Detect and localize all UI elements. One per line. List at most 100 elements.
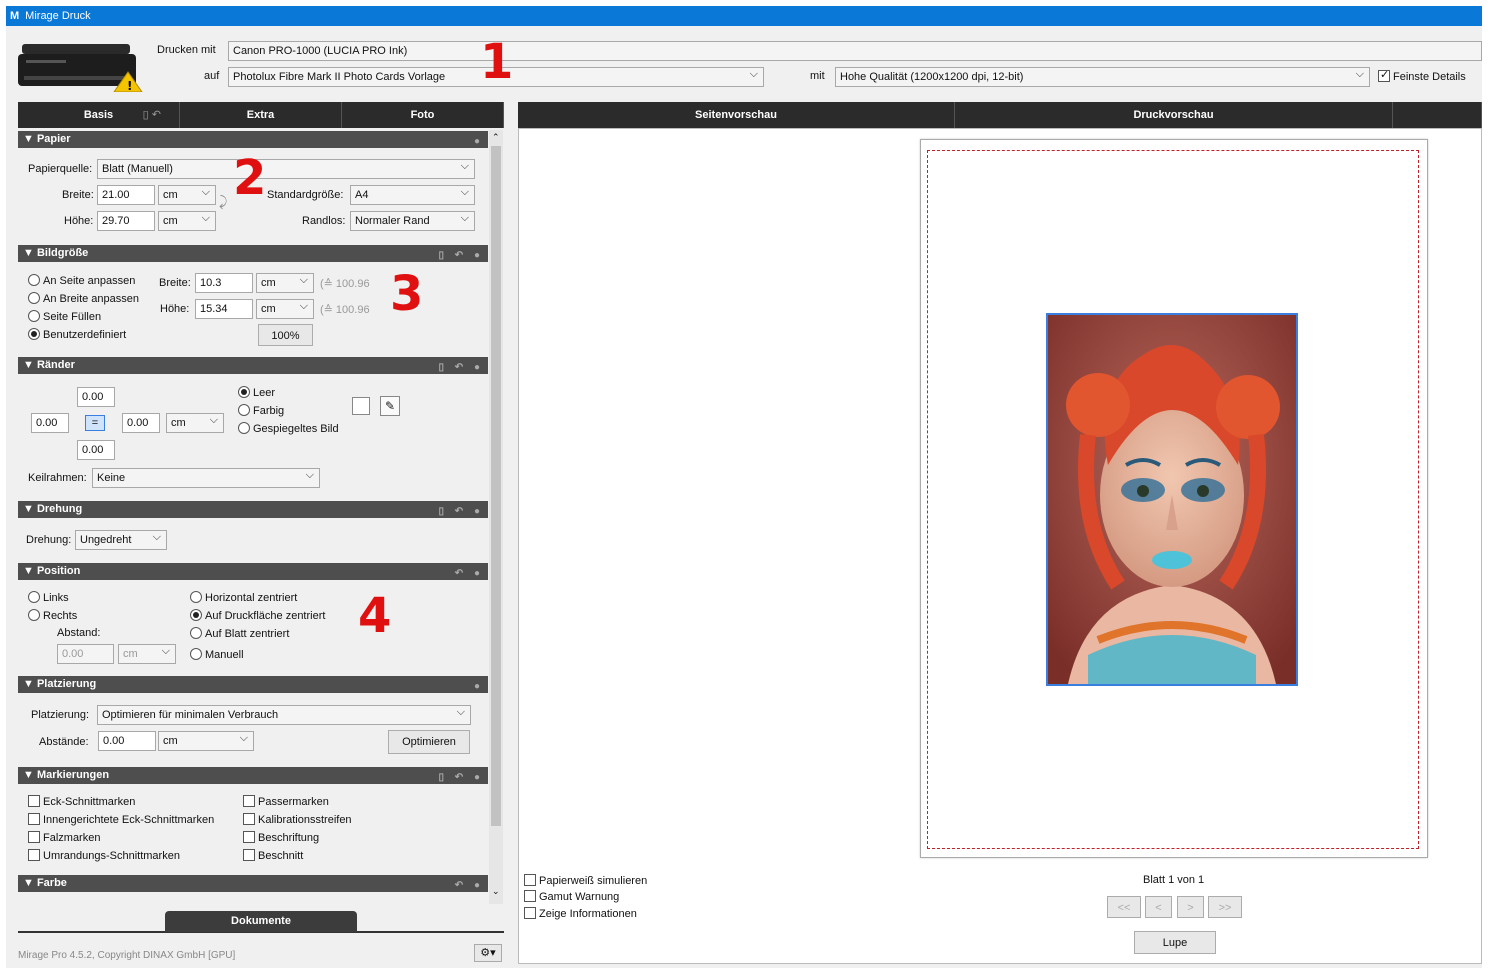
image-width-input[interactable]: 10.3	[195, 273, 253, 293]
size-option-fill[interactable]: Seite Füllen	[28, 310, 101, 323]
section-bildgroesse[interactable]: ▼ Bildgröße ▯ ↶ ●	[18, 245, 488, 262]
image-height-unit[interactable]: cm	[256, 297, 314, 319]
placement-select[interactable]: Optimieren für minimalen Verbrauch	[97, 703, 471, 725]
distance-input[interactable]: 0.00	[57, 644, 114, 664]
fine-detail-checkbox[interactable]: Feinste Details	[1378, 68, 1466, 83]
checkbox-icon	[28, 831, 40, 843]
position-sheet-centered[interactable]: Auf Blatt zentriert	[190, 627, 289, 640]
tab-seitenvorschau[interactable]: Seitenvorschau	[518, 102, 955, 128]
scale-button[interactable]: 100%	[258, 324, 313, 346]
optimize-button[interactable]: Optimieren	[388, 730, 470, 754]
scroll-up-icon[interactable]: ⌃	[492, 132, 500, 143]
frame-select[interactable]: Keine	[92, 466, 320, 488]
section-drehung[interactable]: ▼ Drehung ▯ ↶ ●	[18, 501, 488, 518]
mark-registration[interactable]: Passermarken	[243, 795, 329, 808]
margin-bottom-input[interactable]: 0.00	[77, 440, 115, 460]
section-tools-icon[interactable]: ↶ ●	[455, 877, 484, 894]
size-option-fit-width[interactable]: An Breite anpassen	[28, 292, 139, 305]
paper-width-input[interactable]: 21.00	[97, 185, 155, 205]
swap-icon[interactable]: ⤸	[219, 193, 227, 210]
position-option-label: Auf Blatt zentriert	[205, 628, 290, 640]
position-manual[interactable]: Manuell	[190, 648, 244, 661]
quality-select[interactable]: Hohe Qualität (1200x1200 dpi, 12-bit)	[835, 65, 1370, 87]
scroll-thumb[interactable]	[491, 146, 501, 826]
position-print-area-centered[interactable]: Auf Druckfläche zentriert	[190, 609, 325, 622]
radio-icon	[28, 274, 40, 286]
scrollbar[interactable]: ⌃ ⌄	[489, 130, 503, 904]
margin-top-input[interactable]: 0.00	[77, 387, 115, 407]
section-tools-icon[interactable]: ▯ ↶ ●	[439, 359, 484, 376]
frame-label: Keilrahmen:	[28, 472, 87, 484]
paper-source-select[interactable]: Blatt (Manuell)	[97, 157, 475, 179]
margin-left-input[interactable]: 0.00	[31, 413, 69, 433]
placement-label: Platzierung:	[31, 709, 90, 721]
distance-unit[interactable]: cm	[118, 642, 176, 664]
paper-height-input[interactable]: 29.70	[97, 211, 155, 231]
section-tools-icon[interactable]: ▯ ↶ ●	[439, 769, 484, 786]
section-tools-icon[interactable]: ▯ ↶ ●	[439, 247, 484, 264]
border-option-colored[interactable]: Farbig	[238, 404, 284, 417]
mark-corner-crop[interactable]: Eck-Schnittmarken	[28, 795, 135, 808]
section-position[interactable]: ▼ Position ↶ ●	[18, 563, 488, 580]
section-papier[interactable]: ▼ Papier ●	[18, 131, 488, 148]
mark-calibration[interactable]: Kalibrationsstreifen	[243, 813, 352, 826]
eyedropper-icon[interactable]: ✎	[380, 396, 400, 416]
settings-gear-icon[interactable]: ⚙▾	[474, 944, 502, 962]
position-left[interactable]: Links	[28, 591, 69, 604]
scroll-down-icon[interactable]: ⌄	[492, 886, 500, 897]
section-platzierung[interactable]: ▼ Platzierung ●	[18, 676, 488, 693]
radio-icon	[190, 627, 202, 639]
mark-fold[interactable]: Falzmarken	[28, 831, 100, 844]
paper-width-unit[interactable]: cm	[158, 183, 216, 205]
radio-icon	[238, 422, 250, 434]
position-h-centered[interactable]: Horizontal zentriert	[190, 591, 297, 604]
section-tools-icon[interactable]: ↶ ●	[455, 565, 484, 582]
prev-page-button[interactable]: <	[1145, 896, 1172, 918]
image-width-unit[interactable]: cm	[256, 271, 314, 293]
color-swatch[interactable]	[352, 397, 370, 415]
mark-bleed[interactable]: Beschnitt	[243, 849, 303, 862]
distance-label: Abstand:	[57, 627, 101, 639]
section-tools-icon[interactable]: ▯ ↶ ●	[439, 503, 484, 520]
image-height-input[interactable]: 15.34	[195, 299, 253, 319]
std-size-select[interactable]: A4	[350, 183, 475, 205]
size-option-fit-page[interactable]: An Seite anpassen	[28, 274, 135, 287]
show-info-checkbox[interactable]: Zeige Informationen	[524, 907, 637, 920]
help-icon[interactable]: ●	[474, 678, 484, 695]
mark-label: Beschriftung	[258, 832, 320, 844]
last-page-button[interactable]: >>	[1208, 896, 1242, 918]
border-option-empty[interactable]: Leer	[238, 386, 275, 399]
gap-input[interactable]: 0.00	[98, 731, 156, 751]
paper-height-unit[interactable]: cm	[158, 209, 216, 231]
mark-caption[interactable]: Beschriftung	[243, 831, 319, 844]
mark-label: Kalibrationsstreifen	[258, 814, 352, 826]
gap-unit[interactable]: cm	[158, 729, 254, 751]
border-option-mirrored[interactable]: Gespiegeltes Bild	[238, 422, 339, 435]
section-markierungen[interactable]: ▼ Markierungen ▯ ↶ ●	[18, 767, 488, 784]
simulate-paper-white-checkbox[interactable]: Papierweiß simulieren	[524, 874, 647, 887]
mark-inner-corner-crop[interactable]: Innengerichtete Eck-Schnittmarken	[28, 813, 214, 826]
dokumente-tab[interactable]: Dokumente	[165, 911, 357, 932]
help-icon[interactable]: ●	[474, 133, 484, 150]
photo-image[interactable]	[1046, 313, 1298, 686]
position-option-label: Horizontal zentriert	[205, 592, 298, 604]
magnifier-button[interactable]: Lupe	[1134, 931, 1216, 954]
size-option-custom[interactable]: Benutzerdefiniert	[28, 328, 126, 341]
tab-druckvorschau[interactable]: Druckvorschau	[955, 102, 1393, 128]
next-page-button[interactable]: >	[1177, 896, 1204, 918]
rotation-select[interactable]: Ungedreht	[75, 528, 167, 550]
mark-border-crop[interactable]: Umrandungs-Schnittmarken	[28, 849, 180, 862]
margin-link-button[interactable]: =	[85, 415, 105, 431]
section-raender[interactable]: ▼ Ränder ▯ ↶ ●	[18, 357, 488, 374]
first-page-button[interactable]: <<	[1107, 896, 1141, 918]
borderless-select[interactable]: Normaler Rand	[350, 209, 475, 231]
tab-basis[interactable]: Basis ▯ ↶	[18, 102, 180, 128]
margin-right-input[interactable]: 0.00	[122, 413, 160, 433]
tab-extra[interactable]: Extra	[180, 102, 342, 128]
margin-unit[interactable]: cm	[166, 411, 224, 433]
gamut-warning-checkbox[interactable]: Gamut Warnung	[524, 890, 619, 903]
section-farbe[interactable]: ▼ Farbe ↶ ●	[18, 875, 488, 892]
position-right[interactable]: Rechts	[28, 609, 77, 622]
printer-field[interactable]: Canon PRO-1000 (LUCIA PRO Ink)	[228, 41, 1482, 61]
tab-foto[interactable]: Foto	[342, 102, 504, 128]
